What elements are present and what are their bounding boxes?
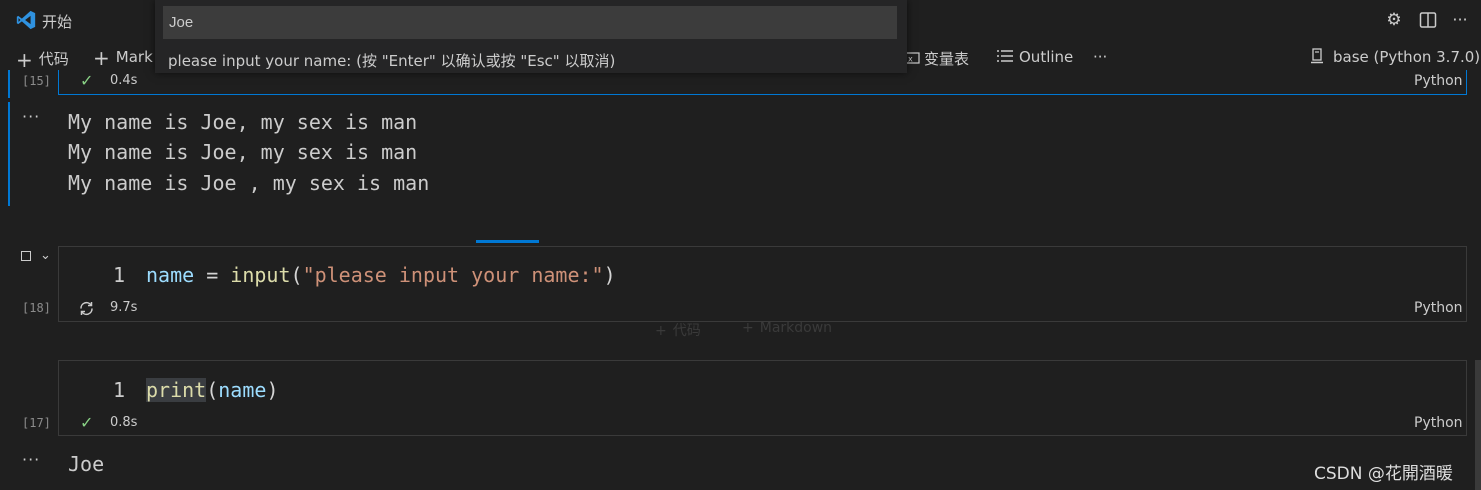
line-number: 1: [113, 263, 126, 287]
execution-count: [15]: [22, 74, 51, 88]
code-token: ): [603, 263, 616, 287]
split-editor-icon[interactable]: [1419, 11, 1437, 29]
cell-focus-indicator: [8, 70, 10, 98]
insert-markdown-label: Markdown: [759, 320, 833, 336]
cell-language[interactable]: Python: [1414, 73, 1463, 89]
plus-icon: +: [742, 320, 754, 336]
insert-code-cell-button[interactable]: + 代码: [655, 320, 701, 340]
watermark: CSDN @花開酒暖: [1314, 464, 1453, 484]
execution-count: [18]: [22, 301, 51, 315]
add-markdown-label: Mark: [115, 48, 153, 66]
cell-15-box[interactable]: [58, 70, 1467, 95]
more-actions-icon[interactable]: ···: [1450, 10, 1470, 30]
progress-bar: [476, 240, 539, 243]
list-icon: [997, 50, 1013, 62]
variables-button[interactable]: x 变量表: [904, 48, 969, 69]
code-token: =: [194, 263, 231, 287]
code-token: (: [290, 263, 303, 287]
code-line[interactable]: name = input("please input your name:"): [146, 263, 616, 287]
add-markdown-cell-button[interactable]: + Mark: [93, 48, 153, 68]
quick-input-message: please input your name: (按 "Enter" 以确认或按…: [168, 52, 616, 70]
output-more-icon[interactable]: ···: [22, 450, 40, 469]
editor-tab-title[interactable]: 开始: [42, 11, 72, 32]
execution-duration: 0.4s: [110, 73, 138, 88]
line-number: 1: [113, 378, 126, 402]
svg-text:x: x: [908, 55, 913, 64]
check-icon: ✓: [80, 71, 94, 90]
quick-input-field[interactable]: [163, 6, 897, 39]
output-line: My name is Joe, my sex is man: [68, 140, 418, 164]
vscode-logo-icon: [16, 10, 36, 30]
add-code-label: 代码: [38, 50, 69, 68]
code-token: (: [206, 378, 219, 402]
cell-language[interactable]: Python: [1414, 300, 1463, 316]
add-code-cell-button[interactable]: + 代码: [16, 48, 69, 70]
output-focus-indicator: [8, 102, 10, 206]
execution-duration: 9.7s: [110, 300, 138, 315]
code-token: name: [218, 378, 267, 402]
code-token: "please input your name:": [302, 263, 604, 287]
code-token: print: [146, 378, 207, 402]
plus-icon: +: [655, 323, 667, 339]
output-more-icon[interactable]: ···: [22, 107, 40, 126]
kernel-label: base (Python 3.7.0): [1333, 48, 1481, 66]
variables-label: 变量表: [924, 50, 970, 68]
code-line[interactable]: print(name): [146, 378, 278, 402]
chevron-down-icon[interactable]: ⌄: [40, 248, 51, 263]
code-token: name: [146, 263, 195, 287]
gear-icon[interactable]: ⚙: [1384, 10, 1404, 30]
cell-language[interactable]: Python: [1414, 415, 1463, 431]
toolbar-more-button[interactable]: ···: [1093, 48, 1107, 66]
sync-spinner-icon: [80, 301, 93, 316]
code-token: input: [230, 263, 291, 287]
output-line: My name is Joe, my sex is man: [68, 110, 418, 134]
vertical-scrollbar[interactable]: [1475, 360, 1481, 490]
stop-execution-icon[interactable]: [21, 251, 31, 261]
outline-button[interactable]: Outline: [996, 48, 1073, 66]
execution-count: [17]: [22, 416, 51, 430]
plus-icon: +: [16, 48, 33, 72]
output-line: Joe: [68, 452, 105, 476]
quick-input-widget: please input your name: (按 "Enter" 以确认或按…: [155, 0, 907, 73]
insert-markdown-cell-button[interactable]: + Markdown: [742, 320, 832, 336]
kernel-picker-button[interactable]: base (Python 3.7.0): [1309, 48, 1480, 66]
output-line: My name is Joe , my sex is man: [68, 171, 430, 195]
check-icon: ✓: [80, 413, 94, 432]
server-icon: [1311, 48, 1323, 64]
outline-label: Outline: [1019, 48, 1074, 66]
code-token: ): [266, 378, 279, 402]
plus-icon: +: [93, 46, 110, 70]
execution-duration: 0.8s: [110, 415, 138, 430]
insert-code-label: 代码: [672, 323, 701, 339]
